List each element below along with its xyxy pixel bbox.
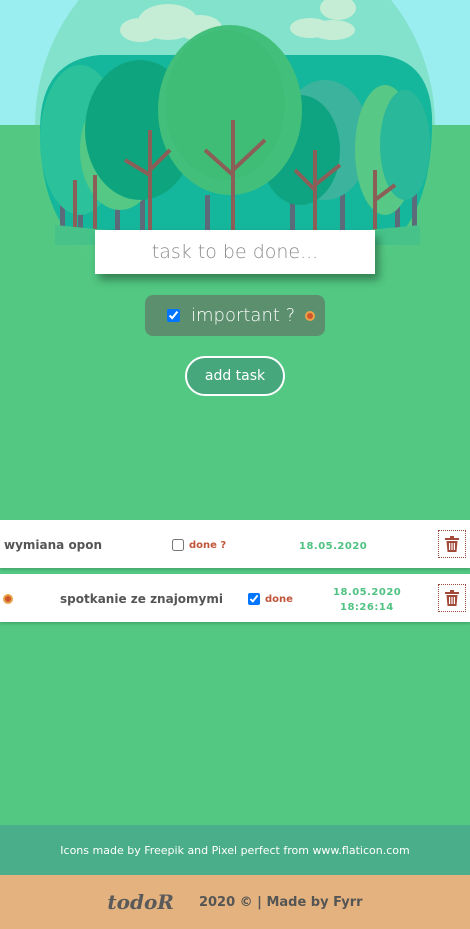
trash-icon — [445, 536, 459, 552]
important-dot-icon — [305, 310, 316, 321]
done-checkbox[interactable] — [248, 593, 260, 605]
bottom-footer: todoR 2020 © | Made by Fyrr — [0, 875, 470, 929]
important-dot-icon — [3, 594, 13, 604]
task-date: 18.05.2020 — [333, 587, 402, 598]
task-name: spotkanie ze znajomymi — [60, 592, 223, 606]
task-row: wymiana opon done ? 18.05.2020 — [0, 520, 470, 568]
important-label: important ? — [191, 305, 296, 326]
done-label: done ? — [189, 539, 227, 551]
important-checkbox[interactable] — [167, 309, 180, 322]
task-time: 18:26:14 — [340, 602, 394, 613]
task-name: wymiana opon — [4, 538, 103, 552]
done-checkbox[interactable] — [172, 539, 184, 551]
important-toggle[interactable]: important ? — [145, 295, 325, 336]
delete-task-button[interactable] — [438, 530, 466, 558]
forest-illustration — [35, 0, 435, 260]
trash-icon — [445, 590, 459, 606]
task-row: spotkanie ze znajomymi done 18.05.2020 1… — [0, 574, 470, 622]
add-task-button[interactable]: add task — [185, 356, 285, 396]
done-toggle[interactable]: done ? — [172, 539, 226, 551]
task-date: 18.05.2020 — [299, 541, 368, 552]
done-toggle[interactable]: done — [248, 593, 293, 605]
credits-footer: Icons made by Freepik and Pixel perfect … — [0, 825, 470, 875]
delete-task-button[interactable] — [438, 584, 466, 612]
app-logo: todoR — [107, 890, 174, 914]
task-input[interactable] — [95, 230, 375, 274]
credits-text: Icons made by Freepik and Pixel perfect … — [60, 843, 410, 857]
copyright-text: 2020 © | Made by Fyrr — [198, 894, 363, 910]
done-label: done — [265, 593, 293, 605]
